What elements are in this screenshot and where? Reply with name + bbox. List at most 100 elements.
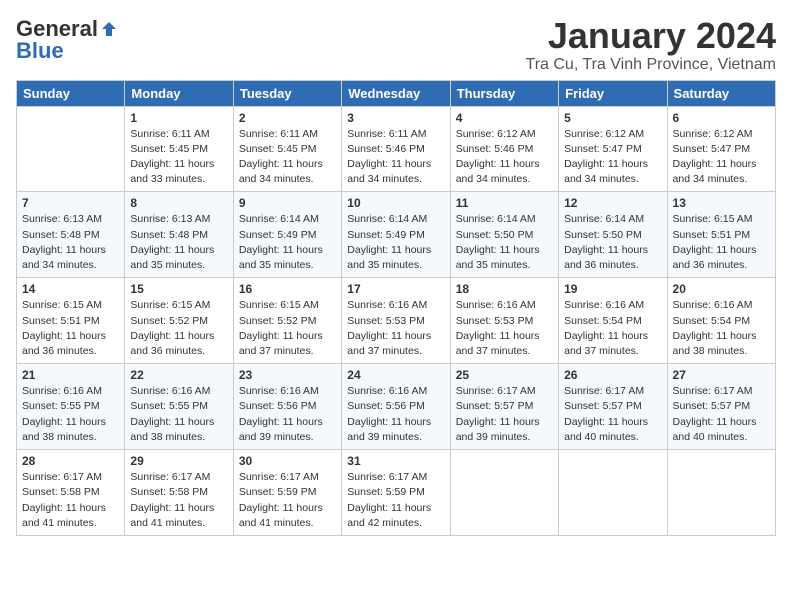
sunset-label: Sunset: 5:49 PM bbox=[239, 229, 317, 241]
daylight-label: Daylight: 11 hours and 41 minutes. bbox=[130, 502, 214, 529]
day-number: 11 bbox=[456, 196, 553, 210]
sunrise-label: Sunrise: 6:12 AM bbox=[564, 128, 644, 140]
day-number: 9 bbox=[239, 196, 336, 210]
sunrise-label: Sunrise: 6:15 AM bbox=[130, 299, 210, 311]
sunset-label: Sunset: 5:47 PM bbox=[673, 143, 751, 155]
sunrise-label: Sunrise: 6:13 AM bbox=[130, 213, 210, 225]
daylight-label: Daylight: 11 hours and 35 minutes. bbox=[130, 244, 214, 271]
table-cell: 7 Sunrise: 6:13 AM Sunset: 5:48 PM Dayli… bbox=[17, 192, 125, 278]
page-header: General Blue January 2024 Tra Cu, Tra Vi… bbox=[16, 16, 776, 74]
daylight-label: Daylight: 11 hours and 34 minutes. bbox=[22, 244, 106, 271]
table-cell bbox=[17, 106, 125, 192]
sunset-label: Sunset: 5:51 PM bbox=[673, 229, 751, 241]
table-cell: 22 Sunrise: 6:16 AM Sunset: 5:55 PM Dayl… bbox=[125, 364, 233, 450]
sunrise-label: Sunrise: 6:12 AM bbox=[456, 128, 536, 140]
table-cell: 20 Sunrise: 6:16 AM Sunset: 5:54 PM Dayl… bbox=[667, 278, 775, 364]
day-number: 21 bbox=[22, 368, 119, 382]
daylight-label: Daylight: 11 hours and 34 minutes. bbox=[347, 158, 431, 185]
day-number: 18 bbox=[456, 282, 553, 296]
header-saturday: Saturday bbox=[667, 80, 775, 106]
table-cell: 1 Sunrise: 6:11 AM Sunset: 5:45 PM Dayli… bbox=[125, 106, 233, 192]
day-number: 23 bbox=[239, 368, 336, 382]
sunrise-label: Sunrise: 6:12 AM bbox=[673, 128, 753, 140]
sunset-label: Sunset: 5:57 PM bbox=[673, 400, 751, 412]
sunset-label: Sunset: 5:55 PM bbox=[22, 400, 100, 412]
day-info: Sunrise: 6:15 AM Sunset: 5:51 PM Dayligh… bbox=[673, 212, 770, 273]
sunset-label: Sunset: 5:45 PM bbox=[130, 143, 208, 155]
day-number: 5 bbox=[564, 111, 661, 125]
table-cell: 2 Sunrise: 6:11 AM Sunset: 5:45 PM Dayli… bbox=[233, 106, 341, 192]
day-number: 16 bbox=[239, 282, 336, 296]
daylight-label: Daylight: 11 hours and 33 minutes. bbox=[130, 158, 214, 185]
day-number: 4 bbox=[456, 111, 553, 125]
table-cell: 18 Sunrise: 6:16 AM Sunset: 5:53 PM Dayl… bbox=[450, 278, 558, 364]
daylight-label: Daylight: 11 hours and 40 minutes. bbox=[673, 416, 757, 443]
day-number: 28 bbox=[22, 454, 119, 468]
sunset-label: Sunset: 5:47 PM bbox=[564, 143, 642, 155]
sunset-label: Sunset: 5:56 PM bbox=[347, 400, 425, 412]
day-number: 20 bbox=[673, 282, 770, 296]
sunset-label: Sunset: 5:46 PM bbox=[347, 143, 425, 155]
sunrise-label: Sunrise: 6:17 AM bbox=[564, 385, 644, 397]
day-info: Sunrise: 6:15 AM Sunset: 5:51 PM Dayligh… bbox=[22, 298, 119, 359]
sunset-label: Sunset: 5:58 PM bbox=[22, 486, 100, 498]
daylight-label: Daylight: 11 hours and 41 minutes. bbox=[239, 502, 323, 529]
sunrise-label: Sunrise: 6:17 AM bbox=[130, 471, 210, 483]
daylight-label: Daylight: 11 hours and 35 minutes. bbox=[347, 244, 431, 271]
sunset-label: Sunset: 5:59 PM bbox=[347, 486, 425, 498]
sunrise-label: Sunrise: 6:14 AM bbox=[239, 213, 319, 225]
sunrise-label: Sunrise: 6:17 AM bbox=[239, 471, 319, 483]
table-cell bbox=[667, 450, 775, 536]
daylight-label: Daylight: 11 hours and 38 minutes. bbox=[22, 416, 106, 443]
table-cell: 11 Sunrise: 6:14 AM Sunset: 5:50 PM Dayl… bbox=[450, 192, 558, 278]
table-cell: 25 Sunrise: 6:17 AM Sunset: 5:57 PM Dayl… bbox=[450, 364, 558, 450]
daylight-label: Daylight: 11 hours and 37 minutes. bbox=[347, 330, 431, 357]
day-number: 14 bbox=[22, 282, 119, 296]
day-number: 10 bbox=[347, 196, 444, 210]
table-cell: 15 Sunrise: 6:15 AM Sunset: 5:52 PM Dayl… bbox=[125, 278, 233, 364]
table-cell: 9 Sunrise: 6:14 AM Sunset: 5:49 PM Dayli… bbox=[233, 192, 341, 278]
daylight-label: Daylight: 11 hours and 41 minutes. bbox=[22, 502, 106, 529]
day-number: 6 bbox=[673, 111, 770, 125]
daylight-label: Daylight: 11 hours and 37 minutes. bbox=[456, 330, 540, 357]
table-cell: 4 Sunrise: 6:12 AM Sunset: 5:46 PM Dayli… bbox=[450, 106, 558, 192]
daylight-label: Daylight: 11 hours and 38 minutes. bbox=[130, 416, 214, 443]
sunrise-label: Sunrise: 6:14 AM bbox=[564, 213, 644, 225]
day-info: Sunrise: 6:11 AM Sunset: 5:46 PM Dayligh… bbox=[347, 127, 444, 188]
day-number: 19 bbox=[564, 282, 661, 296]
day-info: Sunrise: 6:17 AM Sunset: 5:57 PM Dayligh… bbox=[456, 384, 553, 445]
day-number: 22 bbox=[130, 368, 227, 382]
sunrise-label: Sunrise: 6:16 AM bbox=[456, 299, 536, 311]
sunset-label: Sunset: 5:51 PM bbox=[22, 315, 100, 327]
header-friday: Friday bbox=[559, 80, 667, 106]
sunset-label: Sunset: 5:52 PM bbox=[130, 315, 208, 327]
day-number: 27 bbox=[673, 368, 770, 382]
day-info: Sunrise: 6:16 AM Sunset: 5:54 PM Dayligh… bbox=[564, 298, 661, 359]
table-cell: 21 Sunrise: 6:16 AM Sunset: 5:55 PM Dayl… bbox=[17, 364, 125, 450]
calendar-title: January 2024 bbox=[526, 16, 776, 56]
sunrise-label: Sunrise: 6:15 AM bbox=[239, 299, 319, 311]
calendar-table: Sunday Monday Tuesday Wednesday Thursday… bbox=[16, 80, 776, 536]
sunrise-label: Sunrise: 6:14 AM bbox=[456, 213, 536, 225]
sunrise-label: Sunrise: 6:14 AM bbox=[347, 213, 427, 225]
calendar-subtitle: Tra Cu, Tra Vinh Province, Vietnam bbox=[526, 56, 776, 74]
sunrise-label: Sunrise: 6:11 AM bbox=[239, 128, 318, 140]
day-number: 1 bbox=[130, 111, 227, 125]
day-info: Sunrise: 6:17 AM Sunset: 5:59 PM Dayligh… bbox=[347, 470, 444, 531]
day-info: Sunrise: 6:16 AM Sunset: 5:55 PM Dayligh… bbox=[130, 384, 227, 445]
day-info: Sunrise: 6:11 AM Sunset: 5:45 PM Dayligh… bbox=[239, 127, 336, 188]
sunrise-label: Sunrise: 6:16 AM bbox=[347, 299, 427, 311]
sunset-label: Sunset: 5:57 PM bbox=[564, 400, 642, 412]
day-info: Sunrise: 6:16 AM Sunset: 5:56 PM Dayligh… bbox=[347, 384, 444, 445]
table-cell bbox=[450, 450, 558, 536]
sunset-label: Sunset: 5:45 PM bbox=[239, 143, 317, 155]
table-cell: 17 Sunrise: 6:16 AM Sunset: 5:53 PM Dayl… bbox=[342, 278, 450, 364]
day-info: Sunrise: 6:13 AM Sunset: 5:48 PM Dayligh… bbox=[130, 212, 227, 273]
header-tuesday: Tuesday bbox=[233, 80, 341, 106]
header-wednesday: Wednesday bbox=[342, 80, 450, 106]
week-row-2: 7 Sunrise: 6:13 AM Sunset: 5:48 PM Dayli… bbox=[17, 192, 776, 278]
header-monday: Monday bbox=[125, 80, 233, 106]
daylight-label: Daylight: 11 hours and 40 minutes. bbox=[564, 416, 648, 443]
sunset-label: Sunset: 5:54 PM bbox=[564, 315, 642, 327]
day-number: 17 bbox=[347, 282, 444, 296]
